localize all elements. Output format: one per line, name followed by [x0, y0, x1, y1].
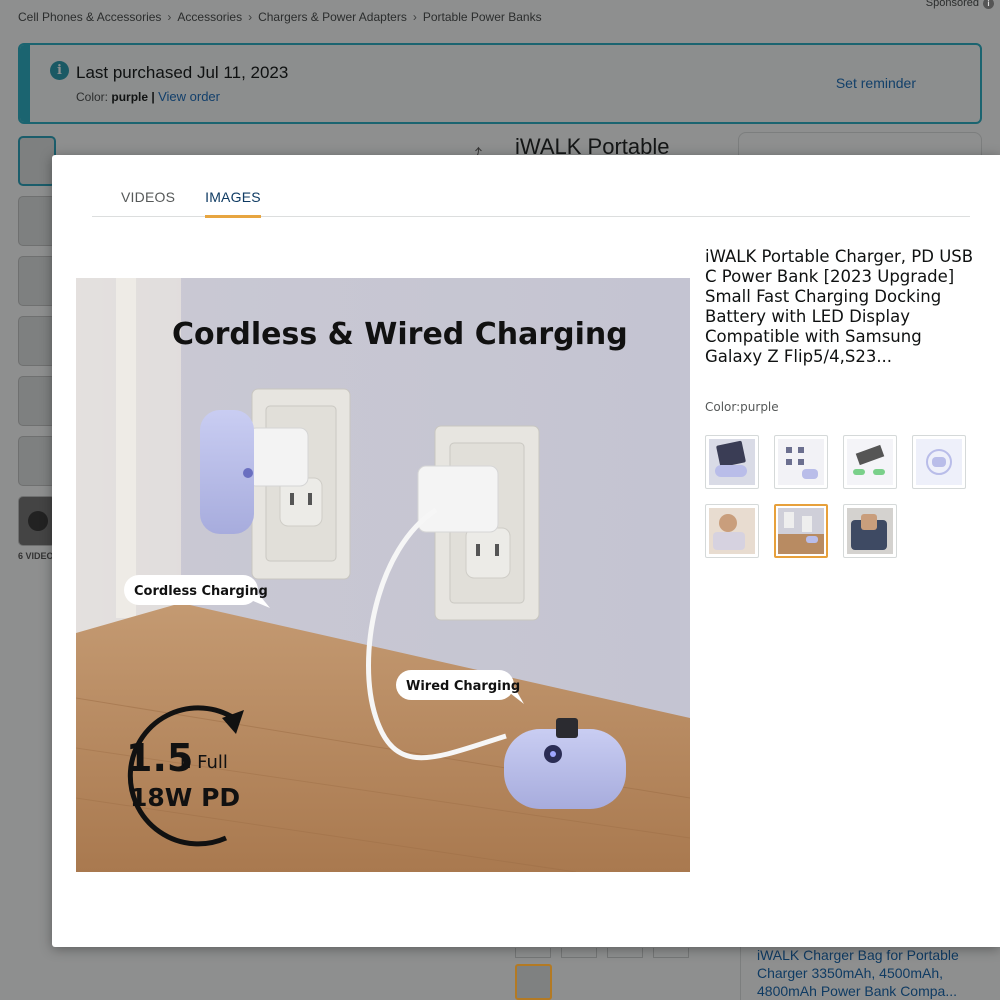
color-swatch[interactable] [515, 948, 551, 958]
view-order-link[interactable]: View order [158, 89, 220, 104]
color-swatch[interactable] [607, 948, 643, 958]
breadcrumb-separator: › [412, 10, 417, 24]
background-thumbnail[interactable] [18, 316, 56, 366]
badge-unit: h Full [180, 752, 228, 773]
breadcrumb-separator: › [248, 10, 253, 24]
breadcrumb-item[interactable]: Cell Phones & Accessories [18, 10, 161, 24]
image-headline: Cordless & Wired Charging [172, 317, 628, 352]
videos-count-label: 6 VIDEO [18, 551, 54, 561]
background-thumbnail[interactable] [18, 196, 56, 246]
wired-charging-bubble: Wired Charging [406, 679, 520, 694]
image-thumbnail-4[interactable] [912, 435, 966, 489]
background-thumbnail[interactable] [18, 136, 56, 186]
image-thumbnail-1[interactable] [705, 435, 759, 489]
color-swatch[interactable] [653, 948, 689, 958]
divider: | [151, 90, 155, 104]
breadcrumb: Cell Phones & Accessories › Accessories … [18, 10, 542, 24]
image-thumbnail-grid [705, 435, 966, 558]
last-purchased-details: Color: purple | View order [76, 89, 220, 104]
sponsored-label: Sponsored i [926, 0, 994, 9]
modal-color-label: Color:purple [705, 400, 779, 414]
background-thumbnail[interactable] [18, 256, 56, 306]
image-thumbnail-5[interactable] [705, 504, 759, 558]
image-thumbnail-2[interactable] [774, 435, 828, 489]
badge-power: 18W PD [130, 783, 240, 812]
notice-accent-bar [20, 45, 30, 122]
selected-color-swatch[interactable] [515, 964, 552, 1000]
info-icon[interactable]: i [983, 0, 994, 9]
breadcrumb-item[interactable]: Accessories [177, 10, 242, 24]
image-thumbnail-3[interactable] [843, 435, 897, 489]
color-label: Color: [76, 90, 109, 104]
image-viewer-modal: VIDEOS IMAGES Cordless & Wired Charging … [52, 155, 1000, 947]
info-icon: i [50, 61, 69, 80]
media-tabs: VIDEOS IMAGES [92, 155, 970, 218]
modal-product-title: iWALK Portable Charger, PD USB C Power B… [705, 247, 974, 366]
image-thumbnail-7[interactable] [843, 504, 897, 558]
background-color-swatches [515, 948, 689, 958]
main-product-image[interactable]: Cordless & Wired Charging Cordless Charg… [76, 278, 690, 872]
tab-images[interactable]: IMAGES [205, 155, 261, 218]
image-thumbnail-6[interactable] [774, 504, 828, 558]
breadcrumb-item[interactable]: Portable Power Banks [423, 10, 542, 24]
sponsored-text: Sponsored [925, 0, 979, 9]
background-thumbnail[interactable] [18, 376, 56, 426]
last-purchased-notice: i Last purchased Jul 11, 2023 Color: pur… [18, 43, 982, 124]
last-purchased-title: Last purchased Jul 11, 2023 [76, 63, 289, 82]
set-reminder-link[interactable]: Set reminder [836, 75, 916, 91]
background-video-thumbnail[interactable] [18, 496, 56, 546]
background-thumbnail[interactable] [18, 436, 56, 486]
breadcrumb-separator: › [167, 10, 172, 24]
color-swatch[interactable] [561, 948, 597, 958]
cordless-charging-bubble: Cordless Charging [134, 584, 268, 599]
tab-videos[interactable]: VIDEOS [121, 155, 175, 217]
breadcrumb-item[interactable]: Chargers & Power Adapters [258, 10, 407, 24]
color-value: purple [111, 90, 149, 104]
related-product-link[interactable]: iWALK Charger Bag for Portable Charger 3… [740, 946, 1000, 1000]
